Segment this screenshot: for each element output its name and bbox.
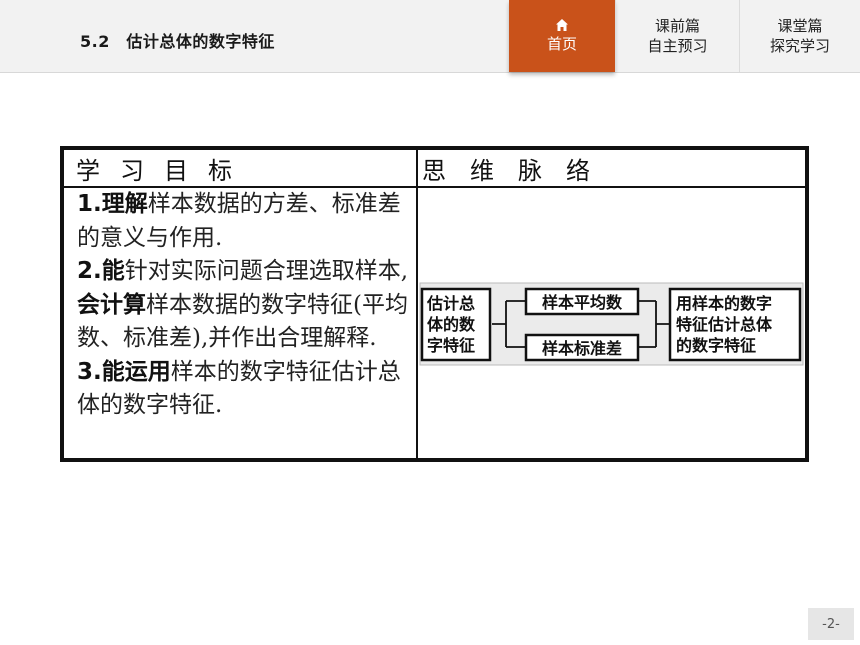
- thinking-map-header: 思维脉络: [418, 150, 805, 188]
- diagram-sample-mean-label: 样本平均数: [542, 293, 623, 312]
- diagram-right-line: 特征估计总体: [676, 315, 773, 334]
- diagram-right-line: 用样本的数字: [676, 294, 772, 313]
- objective-item: 2.能针对实际问题合理选取样本,会计算样本数据的数字特征(平均数、标准差),并作…: [77, 258, 409, 351]
- learning-objectives-header: 学习目标: [64, 150, 418, 188]
- nav-preview-button[interactable]: 课前篇 自主预习: [615, 0, 739, 72]
- nav-classroom-button[interactable]: 课堂篇 探究学习: [739, 0, 860, 72]
- home-icon: [556, 19, 568, 31]
- objectives-table: 学习目标 思维脉络 1.理解样本数据的方差、标准差的意义与作用. 2.能针对实际…: [60, 146, 809, 462]
- diagram-left-line: 字特征: [427, 336, 475, 355]
- objective-item: 3.能运用样本的数字特征估计总体的数字特征.: [77, 358, 401, 419]
- nav-classroom-line2: 探究学习: [769, 37, 830, 55]
- objective-item: 1.理解样本数据的方差、标准差的意义与作用.: [77, 191, 401, 251]
- nav-classroom-line1: 课堂篇: [777, 17, 823, 35]
- nav-home-button[interactable]: 首页: [509, 0, 615, 72]
- nav-home-label: 首页: [546, 35, 577, 53]
- slide-header: 5.2 估计总体的数字特征 首页 课前篇 自主预习 课堂篇 探究学习: [0, 0, 860, 73]
- nav-preview-line2: 自主预习: [647, 37, 708, 55]
- diagram-left-line: 体的数: [427, 315, 476, 334]
- diagram-right-line: 的数字特征: [676, 336, 756, 355]
- concept-diagram: 估计总 体的数 字特征 样本平均数 样本标准差 用样本的数字 特征估计总体 的数…: [419, 282, 804, 366]
- section-title: 5.2 估计总体的数字特征: [80, 32, 275, 51]
- diagram-left-line: 估计总: [426, 294, 475, 313]
- page-number: -2-: [808, 608, 854, 640]
- diagram-sample-std-label: 样本标准差: [542, 339, 622, 358]
- nav-preview-line1: 课前篇: [654, 17, 700, 35]
- thinking-map: 估计总 体的数 字特征 样本平均数 样本标准差 用样本的数字 特征估计总体 的数…: [418, 188, 805, 458]
- objectives-list: 1.理解样本数据的方差、标准差的意义与作用. 2.能针对实际问题合理选取样本,会…: [64, 188, 418, 458]
